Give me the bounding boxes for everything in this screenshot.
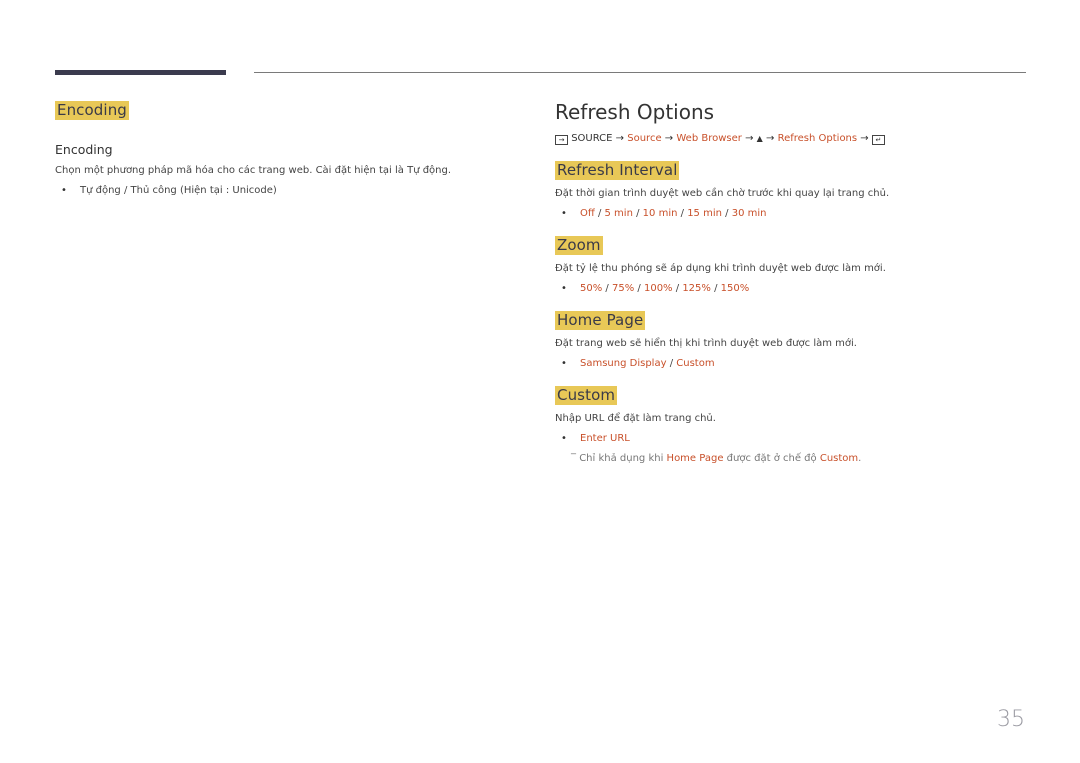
option-15-min[interactable]: 15 min xyxy=(687,208,722,219)
note-link-home-page[interactable]: Home Page xyxy=(667,453,724,464)
option-list: Samsung Display / Custom xyxy=(555,357,1035,370)
right-column: Refresh Options → SOURCE → Source → Web … xyxy=(555,100,1035,465)
up-triangle-icon: ▲ xyxy=(756,134,763,143)
enter-icon: ↵ xyxy=(871,135,885,145)
header-rule-thick xyxy=(55,70,226,75)
section-title: Custom xyxy=(555,386,618,405)
source-input-icon: → xyxy=(555,135,568,145)
section-title: Zoom xyxy=(555,236,603,255)
encoding-section-title: Encoding xyxy=(55,101,129,120)
option-enter-url[interactable]: Enter URL xyxy=(580,433,630,444)
path-step-web-browser[interactable]: Web Browser xyxy=(676,133,742,144)
availability-note: ‾ Chỉ khả dụng khi Home Page được đặt ở … xyxy=(571,453,862,464)
arrow-icon: → xyxy=(664,133,674,144)
option-list: Off / 5 min / 10 min / 15 min / 30 min xyxy=(555,207,1035,220)
path-source-label: SOURCE xyxy=(571,133,613,144)
left-column: Encoding Encoding Chọn một phương pháp m… xyxy=(55,100,515,197)
option-30-min[interactable]: 30 min xyxy=(732,208,767,219)
path-step-refresh-options[interactable]: Refresh Options xyxy=(778,133,858,144)
section-refresh-interval: Refresh Interval Đặt thời gian trình duy… xyxy=(555,160,1035,220)
option-list: Enter URL xyxy=(555,432,1035,445)
section-home-page: Home Page Đặt trang web sẽ hiển thị khi … xyxy=(555,310,1035,370)
option-125[interactable]: 125% xyxy=(682,283,711,294)
option-150[interactable]: 150% xyxy=(721,283,750,294)
section-description: Đặt trang web sẽ hiển thị khi trình duyệ… xyxy=(555,338,857,349)
path-step-source[interactable]: Source xyxy=(627,133,661,144)
section-title: Refresh Interval xyxy=(555,161,680,180)
section-description: Nhập URL để đặt làm trang chủ. xyxy=(555,413,716,424)
page-number: 35 xyxy=(997,707,1025,732)
header-rule-thin xyxy=(254,72,1026,73)
note-link-custom[interactable]: Custom xyxy=(820,453,858,464)
option-5-min[interactable]: 5 min xyxy=(605,208,633,219)
encoding-item-title: Encoding xyxy=(55,142,113,157)
page-title: Refresh Options xyxy=(555,100,715,124)
section-description: Đặt tỷ lệ thu phóng sẽ áp dụng khi trình… xyxy=(555,263,886,274)
option-10-min[interactable]: 10 min xyxy=(643,208,678,219)
arrow-icon: → xyxy=(615,133,625,144)
menu-path: → SOURCE → Source → Web Browser → ▲ → Re… xyxy=(555,132,1035,145)
arrow-icon: → xyxy=(860,133,869,144)
section-custom: Custom Nhập URL để đặt làm trang chủ. En… xyxy=(555,385,1035,465)
option-75[interactable]: 75% xyxy=(612,283,634,294)
option-samsung-display[interactable]: Samsung Display xyxy=(580,358,667,369)
section-description: Đặt thời gian trình duyệt web cần chờ tr… xyxy=(555,188,890,199)
encoding-description: Chọn một phương pháp mã hóa cho các tran… xyxy=(55,165,452,176)
arrow-icon: → xyxy=(745,133,754,144)
option-50[interactable]: 50% xyxy=(580,283,602,294)
encoding-options: Tự động / Thủ công (Hiện tại : Unicode) xyxy=(55,184,515,197)
section-zoom: Zoom Đặt tỷ lệ thu phóng sẽ áp dụng khi … xyxy=(555,235,1035,295)
arrow-icon: → xyxy=(766,133,775,144)
section-title: Home Page xyxy=(555,311,646,330)
note-dash-icon: ‾ xyxy=(571,453,580,464)
option-off[interactable]: Off xyxy=(580,208,595,219)
option-custom[interactable]: Custom xyxy=(676,358,714,369)
option-list: 50% / 75% / 100% / 125% / 150% xyxy=(555,282,1035,295)
option-100[interactable]: 100% xyxy=(644,283,673,294)
